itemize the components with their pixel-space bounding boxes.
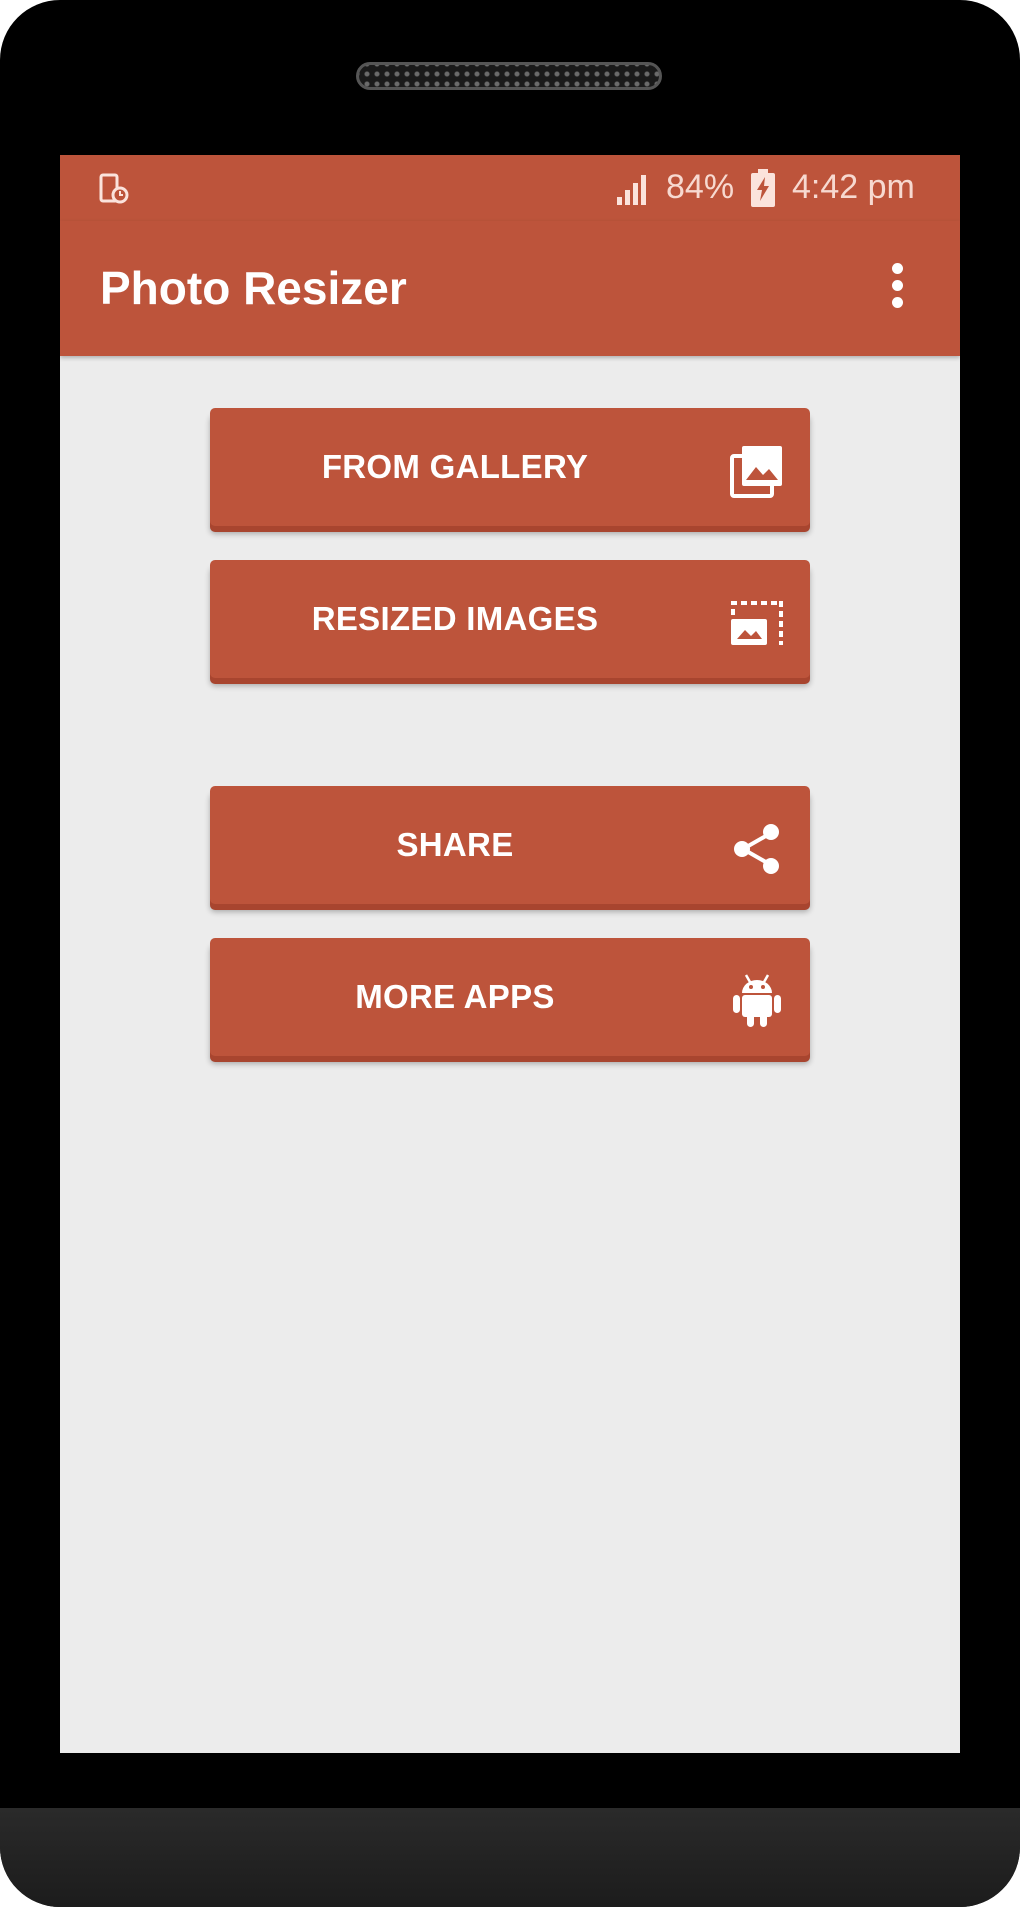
more-apps-button[interactable]: MORE APPS [210, 938, 810, 1056]
overflow-menu-icon[interactable] [882, 263, 912, 313]
photo-size-select-icon [731, 601, 783, 645]
battery-charging-icon [751, 169, 775, 207]
status-bar: 84% 4:42 pm [60, 155, 960, 221]
app-bar: Photo Resizer [60, 221, 960, 356]
signal-icon [617, 175, 646, 205]
phone-speaker [356, 62, 662, 90]
phone-frame: 84% 4:42 pm Photo Resizer FROM GALLERY R… [0, 0, 1020, 1907]
gallery-icon [730, 446, 782, 498]
battery-percentage: 84% [666, 168, 735, 206]
status-clock: 4:42 pm [792, 168, 915, 206]
from-gallery-label: FROM GALLERY [321, 448, 589, 485]
share-button[interactable]: SHARE [210, 786, 810, 904]
more-apps-label: MORE APPS [355, 978, 555, 1015]
share-label: SHARE [396, 826, 514, 863]
share-icon [734, 824, 779, 874]
device-timer-icon [99, 173, 129, 204]
page-title: Photo Resizer [100, 262, 407, 314]
resized-images-button[interactable]: RESIZED IMAGES [210, 560, 810, 678]
android-icon [733, 974, 781, 1027]
from-gallery-button[interactable]: FROM GALLERY [210, 408, 810, 526]
resized-images-label: RESIZED IMAGES [311, 600, 599, 637]
screen: 84% 4:42 pm Photo Resizer FROM GALLERY R… [60, 155, 960, 1753]
phone-bottom-bezel [0, 1808, 1020, 1907]
